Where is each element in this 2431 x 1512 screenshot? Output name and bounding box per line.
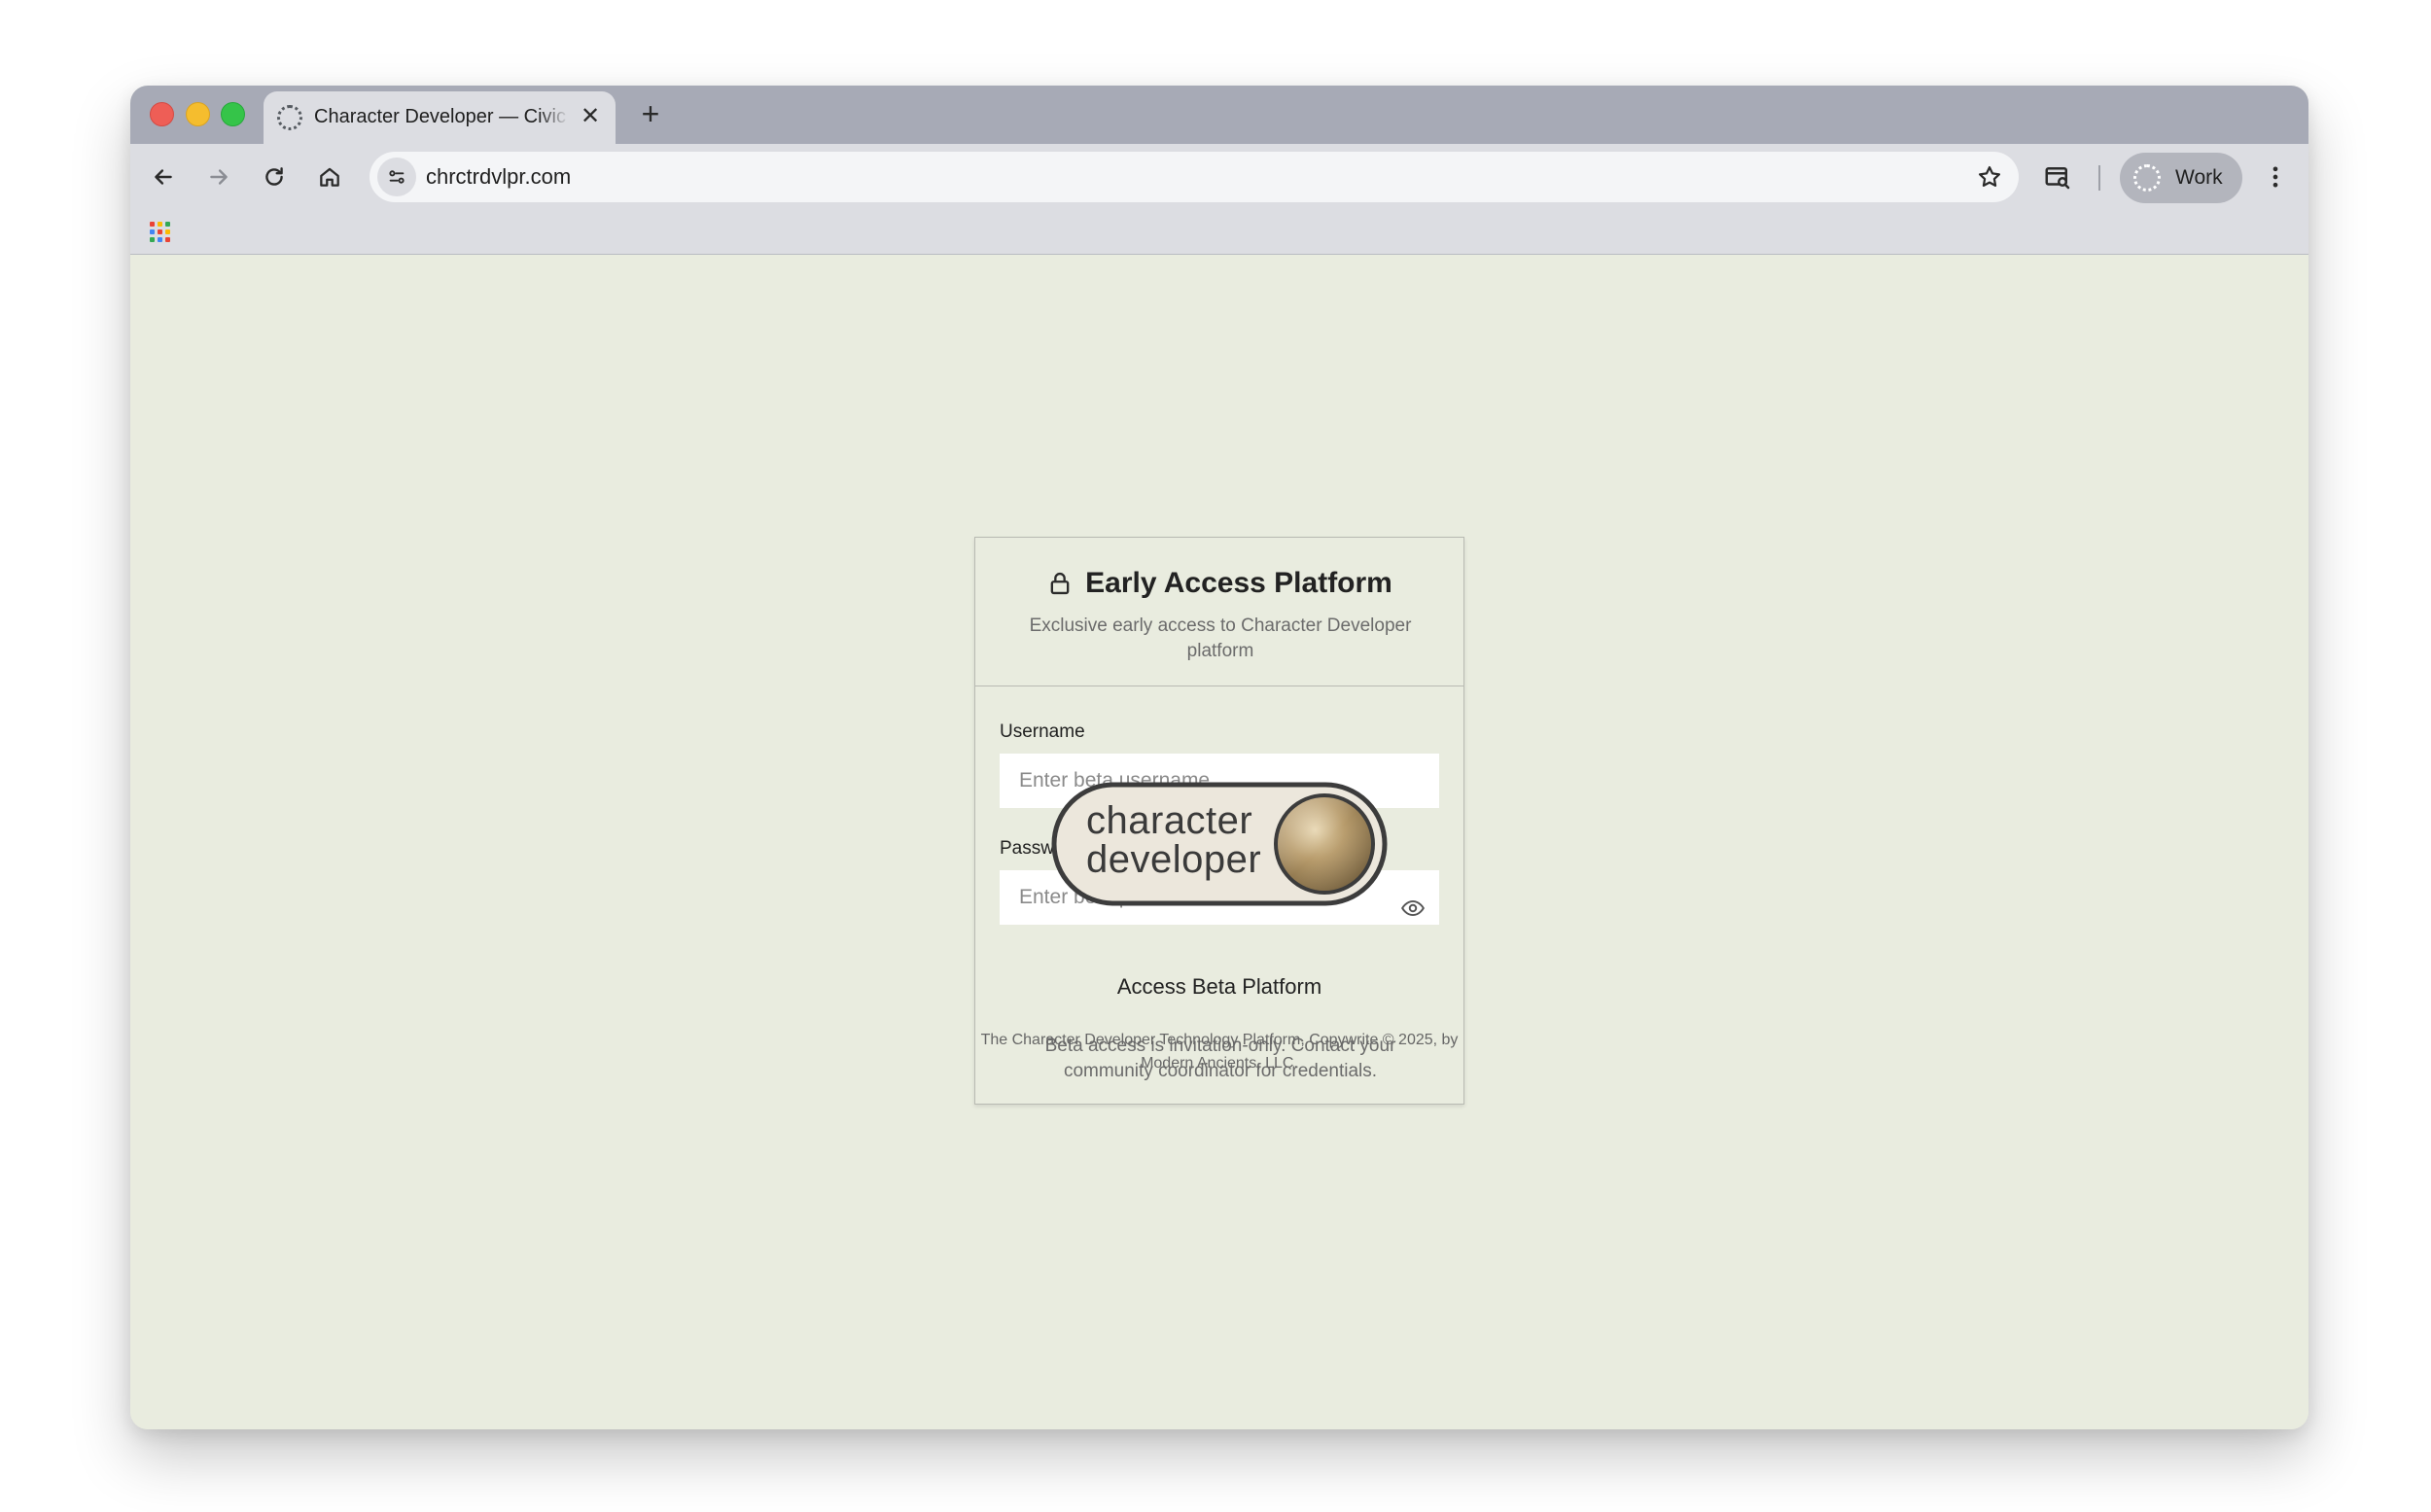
profile-label: Work <box>2175 166 2223 189</box>
reload-icon[interactable] <box>255 158 294 196</box>
username-label: Username <box>1000 721 1085 742</box>
minimize-window-button[interactable] <box>186 102 210 126</box>
toolbar: chrctrdvlpr.com Work <box>130 144 2308 210</box>
eye-icon[interactable] <box>1400 896 1426 921</box>
url-text[interactable]: chrctrdvlpr.com <box>426 164 571 190</box>
apps-grid-icon[interactable] <box>150 222 170 242</box>
kebab-icon[interactable] <box>2258 159 2293 194</box>
tune-icon[interactable] <box>377 158 416 196</box>
tab-active[interactable]: Character Developer — Civic Character Pl… <box>264 91 616 144</box>
profile-button[interactable]: Work <box>2120 153 2242 203</box>
home-icon[interactable] <box>310 158 349 196</box>
logo-line-1: character <box>1086 799 1253 842</box>
bookmarks-bar <box>130 210 2308 255</box>
tab-title: Character Developer — Civic Character Pl… <box>314 106 569 127</box>
address-bar[interactable]: chrctrdvlpr.com <box>370 152 2019 202</box>
star-icon[interactable] <box>1976 163 2003 191</box>
tab-search-icon[interactable] <box>2040 159 2075 194</box>
page-title: Early Access Platform <box>1085 567 1392 599</box>
logo-line-2: developer <box>1086 838 1262 881</box>
close-icon[interactable]: ✕ <box>575 101 606 132</box>
close-window-button[interactable] <box>150 102 174 126</box>
character-developer-logo: character developer <box>1051 782 1388 906</box>
footer-copyright: The Character Developer Technology Platf… <box>980 1032 1459 1072</box>
favicon-icon <box>277 105 302 130</box>
arrow-left-icon[interactable] <box>144 158 183 196</box>
page-content: Early Access Platform Exclusive early ac… <box>130 255 2308 1429</box>
tab-strip: Character Developer — Civic Character Pl… <box>130 86 2308 144</box>
toolbar-divider <box>2098 165 2100 191</box>
arrow-right-icon[interactable] <box>199 158 238 196</box>
browser-window: Character Developer — Civic Character Pl… <box>130 86 2308 1429</box>
card-subtitle: Exclusive early access to Character Deve… <box>1029 615 1412 661</box>
maximize-window-button[interactable] <box>221 102 245 126</box>
avatar <box>2133 164 2161 192</box>
card-header: Early Access Platform Exclusive early ac… <box>975 538 1463 686</box>
lock-icon <box>1050 572 1070 595</box>
logo-text: character developer <box>1086 801 1261 879</box>
plus-icon[interactable]: + <box>633 97 668 132</box>
access-beta-button[interactable]: Access Beta Platform <box>1000 962 1439 1010</box>
